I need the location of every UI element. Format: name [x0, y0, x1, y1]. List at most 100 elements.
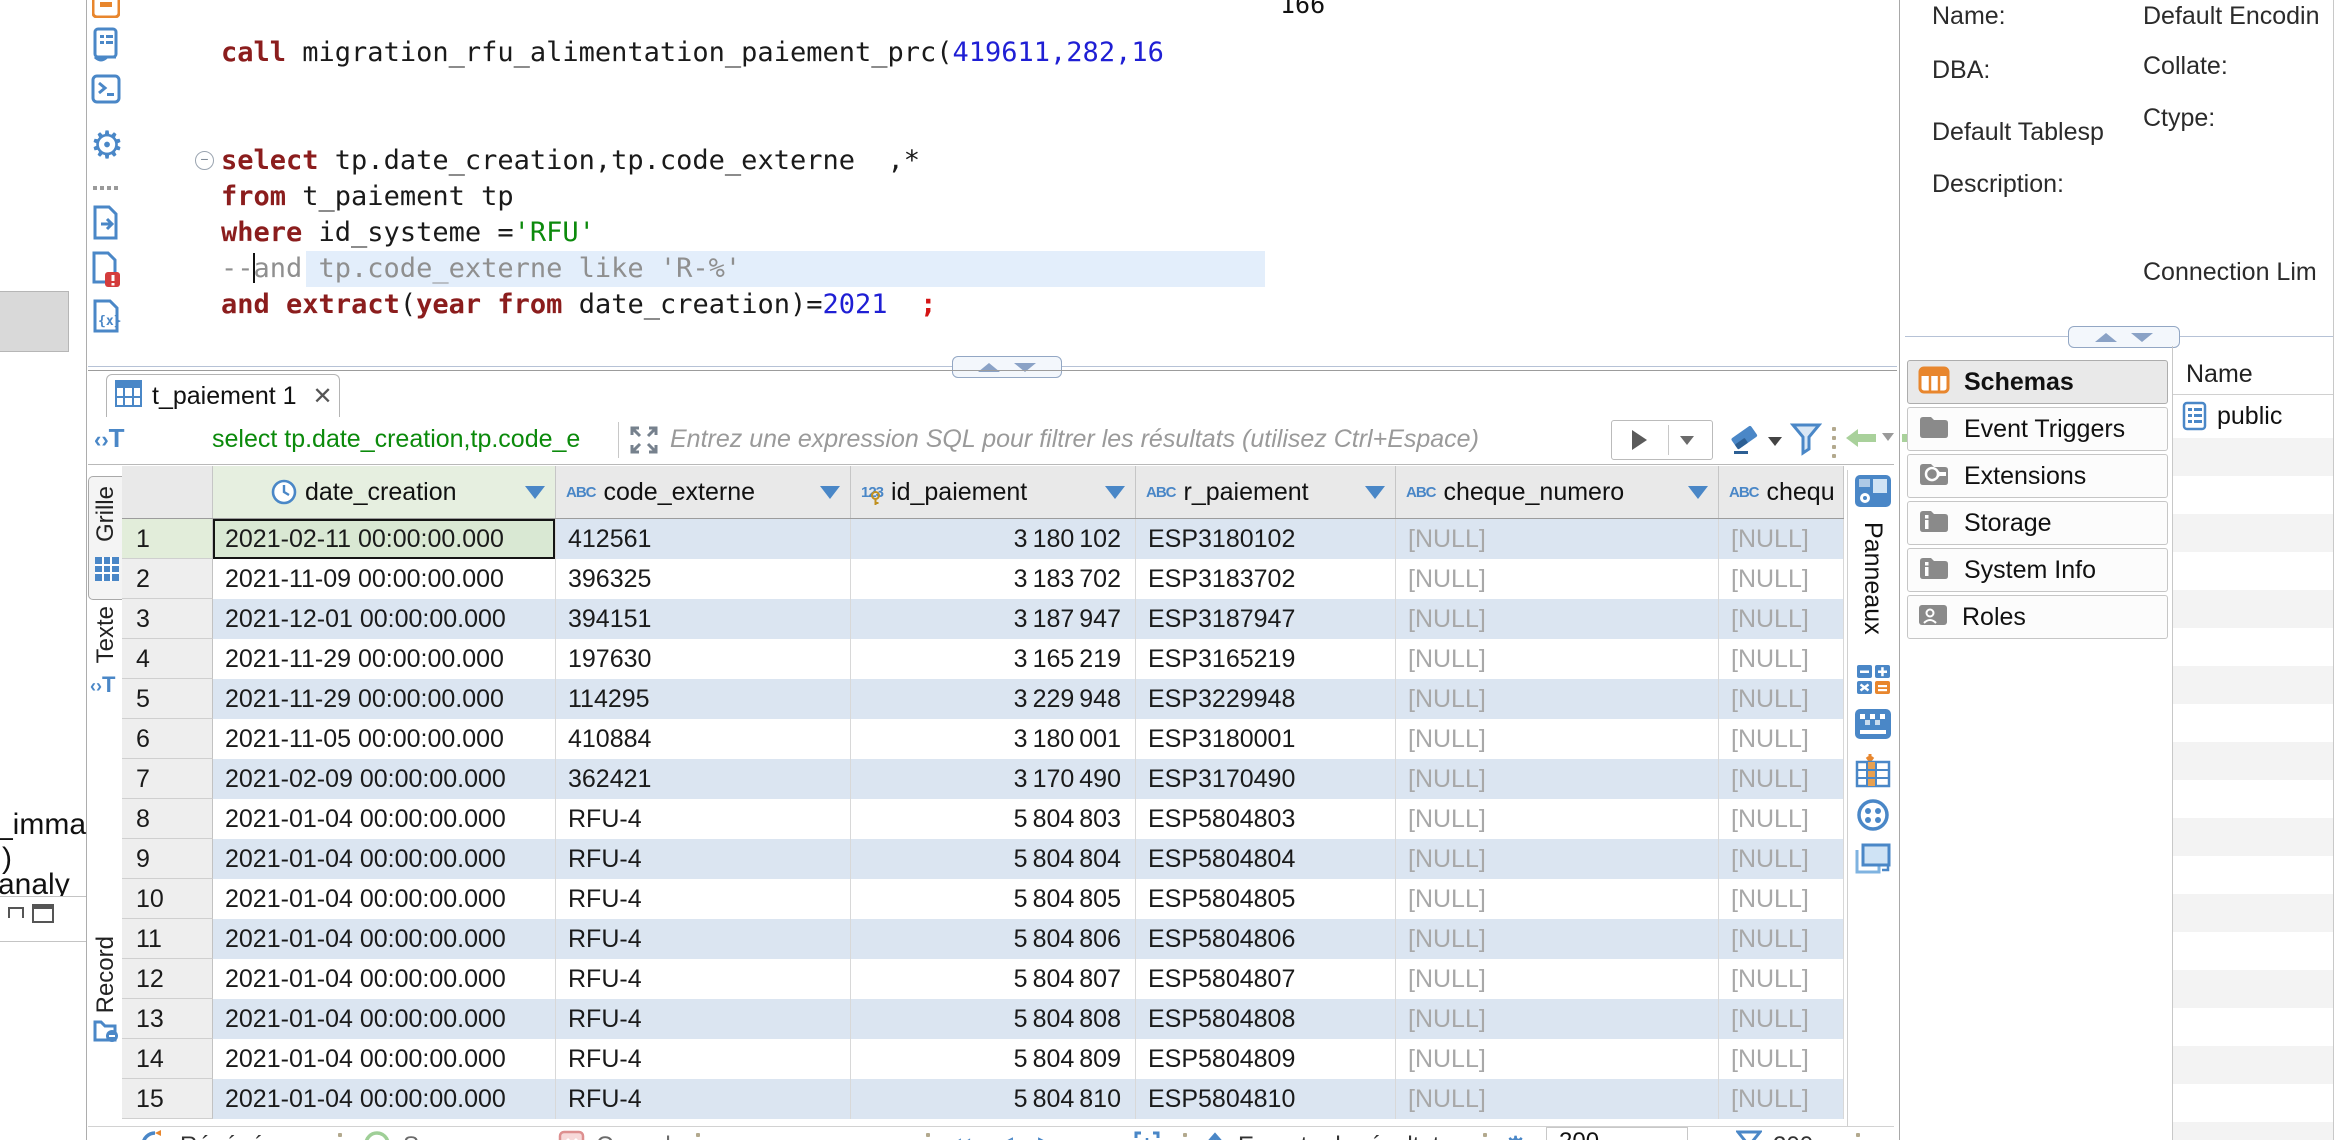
grid-cell[interactable]: RFU-4 [556, 799, 851, 839]
fetch-next-icon[interactable]: ▶ [1038, 1130, 1058, 1140]
grid-cell[interactable]: [NULL] [1396, 879, 1719, 919]
filter-sql-text[interactable]: select tp.date_creation,tp.code_e [212, 425, 614, 454]
grid-cell[interactable]: [NULL] [1396, 799, 1719, 839]
grid-cell[interactable]: [NULL] [1719, 759, 1844, 799]
cancel-icon[interactable] [558, 1130, 586, 1140]
sql-code-line[interactable]: from t_paiement tp [221, 179, 514, 215]
rows-funnel-icon[interactable] [1736, 1130, 1762, 1140]
grid-cell[interactable]: ESP5804807 [1136, 959, 1396, 999]
sql-editor[interactable]: call migration_rfu_alimentation_paiement… [88, 0, 1265, 355]
grid-cell[interactable]: [NULL] [1396, 599, 1719, 639]
grid-cell[interactable]: 2021-11-05 00:00:00.000 [213, 719, 556, 759]
apply-filter-play-icon[interactable] [1632, 430, 1647, 450]
grid-cell[interactable]: 3 229 948 [851, 679, 1136, 719]
grid-cell[interactable]: 5 804 810 [851, 1079, 1136, 1119]
sql-code-line[interactable]: and extract(year from date_creation)=202… [221, 287, 936, 323]
grid-cell[interactable]: [NULL] [1719, 719, 1844, 759]
grid-cell[interactable]: 412561 [556, 519, 851, 559]
filter-input-placeholder[interactable]: Entrez une expression SQL pour filtrer l… [670, 425, 1550, 454]
export-icon[interactable] [1203, 1130, 1227, 1140]
grid-cell[interactable]: [NULL] [1396, 719, 1719, 759]
grid-cell[interactable]: [NULL] [1719, 999, 1844, 1039]
table-row[interactable]: 42021-11-29 00:00:00.0001976303 165 219E… [122, 639, 1844, 679]
fetch-settings-gear-icon[interactable]: ⚙ [1503, 1130, 1528, 1140]
previous-dropdown-icon[interactable] [1882, 433, 1894, 441]
grid-cell[interactable]: 3 165 219 [851, 639, 1136, 679]
grid-cell[interactable]: 3 170 490 [851, 759, 1136, 799]
row-number-cell[interactable]: 1 [122, 519, 213, 559]
nav-item-schemas[interactable]: Schemas [1907, 360, 2168, 404]
table-row[interactable]: 102021-01-04 00:00:00.000RFU-45 804 805E… [122, 879, 1844, 919]
grid-cell[interactable]: 5 804 806 [851, 919, 1136, 959]
grid-cell[interactable]: ESP3180102 [1136, 519, 1396, 559]
right-splitter-collapse-control[interactable] [2068, 326, 2180, 348]
nav-item-storage[interactable]: Storage [1907, 501, 2168, 545]
objects-column-header[interactable]: Name [2186, 360, 2253, 389]
fetch-last-icon[interactable]: ⏭ [1083, 1130, 1106, 1140]
column-dropdown-icon[interactable] [525, 486, 545, 499]
fetch-all-icon[interactable] [1133, 1130, 1161, 1140]
table-row[interactable]: 52021-11-29 00:00:00.0001142953 229 948E… [122, 679, 1844, 719]
grid-cell[interactable]: 2021-01-04 00:00:00.000 [213, 999, 556, 1039]
grid-cell[interactable]: [NULL] [1719, 559, 1844, 599]
grid-cell[interactable]: RFU-4 [556, 919, 851, 959]
grid-cell[interactable]: [NULL] [1719, 919, 1844, 959]
grid-cell[interactable]: 3 187 947 [851, 599, 1136, 639]
filter-history-dropdown-icon[interactable] [1680, 436, 1694, 445]
schema-object-row[interactable]: public [2181, 400, 2282, 432]
row-number-cell[interactable]: 3 [122, 599, 213, 639]
table-row[interactable]: 112021-01-04 00:00:00.000RFU-45 804 806E… [122, 919, 1844, 959]
grid-cell[interactable]: 2021-02-09 00:00:00.000 [213, 759, 556, 799]
table-row[interactable]: 22021-11-09 00:00:00.0003963253 183 702E… [122, 559, 1844, 599]
grid-cell[interactable]: 2021-01-04 00:00:00.000 [213, 1079, 556, 1119]
splitter-collapse-control[interactable] [952, 356, 1062, 378]
column-header-r_paiement[interactable]: ABCr_paiement [1136, 466, 1396, 518]
save-label[interactable]: Sauver [403, 1132, 479, 1140]
nav-item-event-triggers[interactable]: Event Triggers [1907, 407, 2168, 451]
nav-item-extensions[interactable]: Extensions [1907, 454, 2168, 498]
calc-panel-icon[interactable] [1856, 664, 1892, 701]
grid-cell[interactable]: RFU-4 [556, 839, 851, 879]
nav-item-system-info[interactable]: System Info [1907, 548, 2168, 592]
value-viewer-panel-icon[interactable] [1854, 708, 1892, 745]
row-number-cell[interactable]: 8 [122, 799, 213, 839]
row-number-cell[interactable]: 15 [122, 1079, 213, 1119]
grid-cell[interactable]: [NULL] [1396, 1039, 1719, 1079]
column-header-id_paiement[interactable]: 123id_paiement [851, 466, 1136, 518]
grid-cell[interactable]: 2021-01-04 00:00:00.000 [213, 959, 556, 999]
table-row[interactable]: 142021-01-04 00:00:00.000RFU-45 804 809E… [122, 1039, 1844, 1079]
grid-cell[interactable]: [NULL] [1396, 959, 1719, 999]
grid-cell[interactable]: 2021-01-04 00:00:00.000 [213, 799, 556, 839]
code-fold-icon[interactable]: − [195, 151, 214, 170]
table-row[interactable]: 82021-01-04 00:00:00.000RFU-45 804 803ES… [122, 799, 1844, 839]
references-panel-icon[interactable] [1856, 798, 1890, 837]
grid-cell[interactable]: [NULL] [1396, 759, 1719, 799]
grid-cell[interactable]: [NULL] [1719, 639, 1844, 679]
fetch-prev-icon[interactable]: ◁ [993, 1130, 1013, 1140]
table-row[interactable]: 12021-02-11 00:00:00.0004125613 180 102E… [122, 519, 1844, 559]
grid-cell[interactable]: 2021-01-04 00:00:00.000 [213, 839, 556, 879]
column-dropdown-icon[interactable] [1365, 486, 1385, 499]
grid-cell[interactable]: [NULL] [1396, 839, 1719, 879]
grid-cell[interactable]: 2021-11-29 00:00:00.000 [213, 639, 556, 679]
refresh-icon[interactable] [140, 1130, 170, 1140]
table-row[interactable]: 72021-02-09 00:00:00.0003624213 170 490E… [122, 759, 1844, 799]
grid-cell[interactable]: 410884 [556, 719, 851, 759]
grid-cell[interactable]: RFU-4 [556, 959, 851, 999]
view-tab-text-label[interactable]: Texte [92, 606, 120, 663]
table-row[interactable]: 152021-01-04 00:00:00.000RFU-45 804 810E… [122, 1079, 1844, 1119]
row-number-cell[interactable]: 9 [122, 839, 213, 879]
sql-code-line[interactable]: call migration_rfu_alimentation_paiement… [221, 35, 1164, 71]
grid-cell[interactable]: [NULL] [1719, 679, 1844, 719]
grid-cell[interactable]: ESP5804803 [1136, 799, 1396, 839]
grid-cell[interactable]: 5 804 804 [851, 839, 1136, 879]
grid-cell[interactable]: [NULL] [1396, 919, 1719, 959]
grid-cell[interactable]: 2021-01-04 00:00:00.000 [213, 919, 556, 959]
export-label[interactable]: Exporter le résultat [1238, 1132, 1439, 1140]
selected-grid-cell[interactable]: 2021-02-11 00:00:00.000 [213, 519, 556, 559]
collapse-down-icon[interactable] [2131, 333, 2153, 342]
right-panel-divider[interactable] [1899, 0, 1900, 1140]
sql-code-line[interactable]: --and tp.code_externe like 'R-%' [221, 251, 741, 287]
column-dropdown-icon[interactable] [1688, 486, 1708, 499]
grid-cell[interactable]: RFU-4 [556, 999, 851, 1039]
